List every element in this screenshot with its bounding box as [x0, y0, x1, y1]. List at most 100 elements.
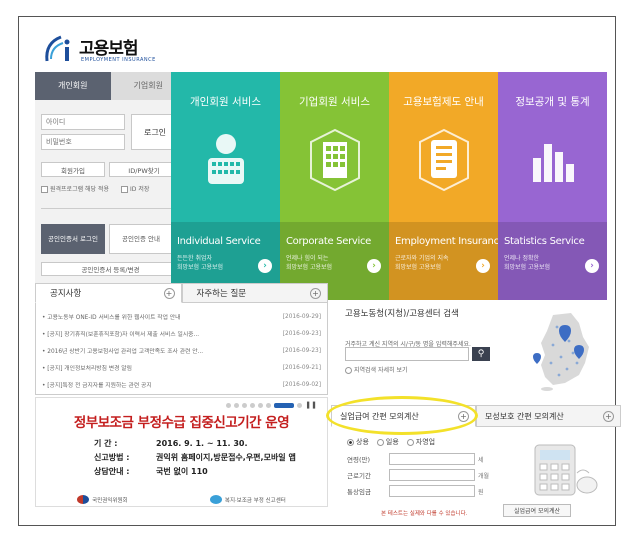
pagination-dot[interactable]: [234, 402, 240, 408]
notice-date: [2016-09-23]: [282, 347, 321, 354]
tile-statistics-service[interactable]: 정보공개 및 통계 Statistics Service 언제나 정확한 희망보험…: [498, 72, 607, 300]
tile-desc-line-1: 근로자와 기업의 지속: [395, 255, 449, 262]
radio-icon: [406, 438, 414, 446]
login-tabs: 개인회원 기업회원: [35, 72, 186, 100]
banner-title: 정부보조금 부정수급 집중신고기간 운영: [73, 415, 290, 431]
work-period-label: 근로기간: [347, 472, 371, 480]
divider: [41, 208, 180, 209]
plus-icon[interactable]: +: [603, 410, 614, 422]
page-frame: 고용보험 EMPLOYMENT INSURANCE 개인회원 기업회원 로그인 …: [18, 16, 621, 526]
wage-field[interactable]: [389, 485, 475, 497]
tile-desc: 언제나 정확한 희망보험 고용보험: [504, 254, 550, 272]
calculate-button[interactable]: 실업급여 모의계산: [503, 504, 571, 517]
save-id-checkbox[interactable]: ID 저장: [121, 184, 149, 193]
arrow-right-icon[interactable]: ›: [258, 259, 272, 273]
report-center-emblem-icon: [209, 495, 222, 504]
method-label: 신고방법 :: [94, 453, 130, 462]
checkbox-icon: [41, 186, 48, 193]
remote-checkbox[interactable]: 원격프로그램 해당 적용: [41, 184, 109, 193]
cert-guide-button[interactable]: 공인인증 안내: [109, 224, 173, 254]
banner-period: 기 간 : 2016. 9. 1. ~ 11. 30.: [94, 438, 248, 449]
notice-text: • [공지]특정 전 금지자를 지원하는 관련 공지: [42, 383, 152, 389]
age-field[interactable]: [389, 453, 475, 465]
center-search-panel: 고용노동청(지청)/고용센터 검색 거주하고 계신 지역의 시/구/동 명을 입…: [345, 307, 615, 391]
site-logo[interactable]: 고용보험 EMPLOYMENT INSURANCE: [41, 31, 191, 71]
subsidy-fraud-banner[interactable]: ❚❚ 정부보조금 부정수급 집중신고기간 운영 기 간 : 2016. 9. 1.…: [35, 397, 328, 507]
pagination-dot[interactable]: [258, 402, 264, 408]
tile-en-title: Employment Insurance: [395, 236, 498, 247]
detail-search-option[interactable]: 지역검색 자세히 보기: [345, 365, 408, 374]
arrow-right-icon[interactable]: ›: [367, 259, 381, 273]
cert-login-button[interactable]: 공인인증서 로그인: [41, 224, 105, 254]
search-icon[interactable]: ⚲: [472, 347, 490, 361]
list-item[interactable]: • 2016년 상반기 고용보험사업 관리업 고객만족도 조사 관련 안... […: [42, 342, 321, 359]
tile-en-title: Corporate Service: [286, 236, 372, 247]
tab-notice[interactable]: 공지사항 +: [35, 283, 182, 303]
pagination-dot[interactable]: [250, 402, 256, 408]
report-center-logo: 복지·보조금 부정 신고센터: [209, 495, 286, 504]
radio-daily[interactable]: 일용: [376, 437, 399, 447]
plus-icon[interactable]: +: [163, 287, 175, 299]
report-center-logo-text: 복지·보조금 부정 신고센터: [224, 497, 286, 504]
age-row: 연령(만) 세: [347, 453, 484, 465]
radio-regular[interactable]: 상용: [347, 437, 369, 447]
arrow-right-icon[interactable]: ›: [476, 259, 490, 273]
plus-icon[interactable]: +: [310, 287, 321, 299]
id-input[interactable]: [41, 114, 125, 130]
notice-text: • 고용노동부 ONE-ID 서비스를 위한 웹사이트 작업 안내: [42, 315, 181, 321]
pagination-dot[interactable]: [297, 402, 303, 408]
work-period-field[interactable]: [389, 469, 475, 481]
acrc-logo: 국민권익위원회: [77, 495, 128, 504]
tab-faq[interactable]: 자주하는 질문 +: [181, 283, 328, 303]
period-label: 기 간 :: [94, 439, 118, 448]
radio-self-employed[interactable]: 자영업: [406, 437, 436, 447]
region-search-input[interactable]: [345, 347, 469, 361]
pagination-dot[interactable]: [226, 402, 232, 408]
tile-individual-service[interactable]: 개인회원 서비스 Individual Service 든든한 취업자 희망보험 …: [171, 72, 280, 300]
unemployment-calculator: 상용 일용 자영업 연령(만) 세 근로기간 개월 통상임금 원 본 테스트는 실제와…: [331, 427, 621, 517]
calc-disclaimer: 본 테스트는 실제와 다를 수 있습니다.: [381, 511, 468, 517]
notice-date: [2016-09-21]: [282, 364, 321, 371]
list-item[interactable]: • [공지] 개인정보처리방침 변경 알림 [2016-09-21]: [42, 359, 321, 376]
tab-unemployment-label: 실업급여 간편 모의계산: [340, 411, 419, 421]
tab-maternity-calc[interactable]: 모성보호 간편 모의계산 +: [476, 405, 621, 427]
plus-icon[interactable]: +: [458, 410, 469, 422]
notice-tabs: 공지사항 + 자주하는 질문 +: [35, 283, 328, 303]
pause-icon[interactable]: ❚❚: [305, 401, 317, 409]
wage-row: 통상임금 원: [347, 485, 484, 497]
pagination-active[interactable]: [274, 402, 295, 408]
find-id-pw-button[interactable]: ID/PW찾기: [109, 162, 179, 177]
arrow-right-icon[interactable]: ›: [585, 259, 599, 273]
tile-desc-line-2: 희망보험 고용보험: [395, 264, 442, 271]
notice-text: • 2016년 상반기 고용보험사업 관리업 고객만족도 조사 관련 안...: [42, 349, 204, 355]
banner-pagination: ❚❚: [226, 401, 317, 409]
pagination-dot[interactable]: [242, 402, 248, 408]
tab-unemployment-calc[interactable]: 실업급여 간편 모의계산 +: [331, 405, 476, 427]
tile-corporate-service[interactable]: 기업회원 서비스 Corporate Service 언제나 힘이 되는 희망보험…: [280, 72, 389, 300]
notice-panel: 공지사항 + 자주하는 질문 + • 고용노동부 ONE-ID 서비스를 위한 웹사…: [35, 283, 328, 395]
radio-self-employed-label: 자영업: [415, 438, 436, 446]
wage-unit: 원: [478, 488, 484, 496]
notice-date: [2016-09-23]: [282, 330, 321, 337]
pagination-dot[interactable]: [266, 402, 272, 408]
list-item[interactable]: • [공지]특정 전 금지자를 지원하는 관련 공지 [2016-09-02]: [42, 376, 321, 393]
list-item[interactable]: • [공지] 장기휴직(보훈휴직포함)자 이력서 제출 서비스 일시중... [2…: [42, 325, 321, 342]
employment-type-radios: 상용 일용 자영업: [347, 437, 435, 447]
tab-personal-member[interactable]: 개인회원: [35, 72, 111, 100]
tile-desc: 근로자와 기업의 지속희망보험 고용보험: [395, 254, 449, 272]
tile-desc-line-1: 언제나 정확한: [504, 255, 540, 262]
join-button[interactable]: 회원가입: [41, 162, 105, 177]
logo-text: 고용보험: [79, 39, 139, 59]
notice-date: [2016-09-29]: [282, 313, 321, 320]
tile-en-title: Individual Service: [177, 236, 261, 247]
tile-desc: 든든한 취업자 희망보험 고용보험: [177, 254, 223, 272]
work-period-row: 근로기간 개월: [347, 469, 489, 481]
period-value: 2016. 9. 1. ~ 11. 30.: [156, 439, 248, 448]
tile-employment-insurance[interactable]: 고용보험제도 안내 Employment Insurance 근로자와 기업의 …: [389, 72, 498, 300]
password-input[interactable]: [41, 134, 125, 150]
list-item[interactable]: • 고용노동부 ONE-ID 서비스를 위한 웹사이트 작업 안내 [2016-0…: [42, 308, 321, 325]
tile-title: 정보공개 및 통계: [515, 96, 590, 108]
age-label: 연령(만): [347, 456, 371, 464]
cert-manage-button[interactable]: 공인인증서 등록/변경: [41, 262, 180, 276]
radio-regular-label: 상용: [356, 438, 369, 446]
